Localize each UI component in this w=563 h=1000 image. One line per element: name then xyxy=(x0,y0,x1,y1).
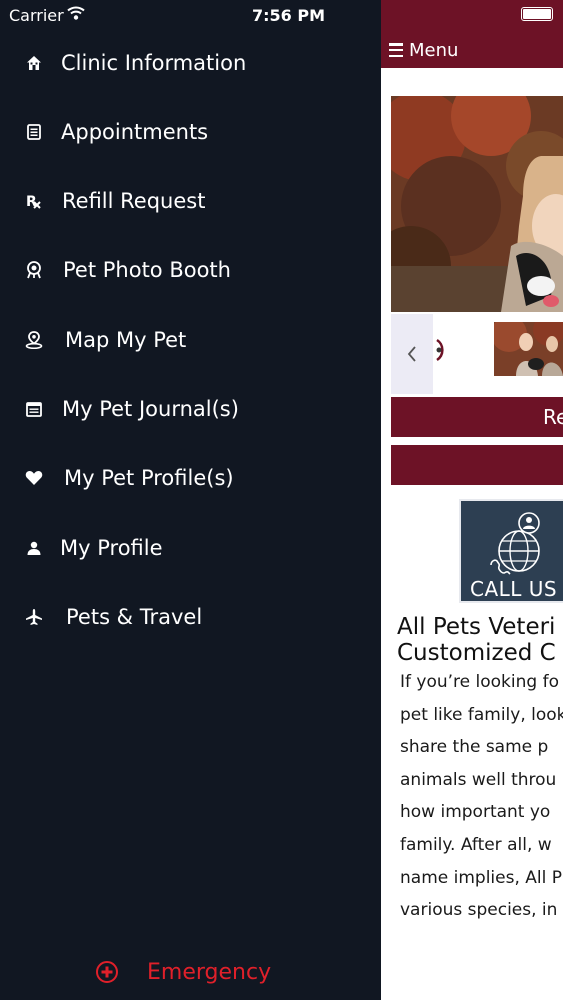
clock: 7:56 PM xyxy=(252,6,326,25)
carrier-label: Carrier xyxy=(9,6,64,25)
navigation-drawer: Carrier 7:56 PM Clinic Information Appoi… xyxy=(0,0,381,1000)
calendar-list-icon xyxy=(24,122,44,142)
hamburger-icon xyxy=(389,43,403,57)
menu-item-map-my-pet[interactable]: Map My Pet xyxy=(0,310,381,370)
paragraph-line: name implies, All P xyxy=(400,867,562,888)
menu-item-pet-photo-booth[interactable]: Pet Photo Booth xyxy=(0,240,381,300)
app-header: Menu xyxy=(381,0,563,68)
logo-thumbnail[interactable] xyxy=(435,336,455,364)
heart-icon xyxy=(24,468,44,488)
menu-item-appointments[interactable]: Appointments xyxy=(0,102,381,162)
menu-item-label: Pets & Travel xyxy=(66,605,203,629)
article-paragraph: If you’re looking fo pet like family, lo… xyxy=(400,666,563,927)
paragraph-line: family. After all, w xyxy=(400,834,552,855)
menu-item-label: Refill Request xyxy=(62,189,206,213)
menu-toggle-button[interactable]: Menu xyxy=(389,38,458,62)
request-button-label: Re xyxy=(543,405,563,429)
menu-item-label: Pet Photo Booth xyxy=(63,258,231,282)
photo-thumbnail[interactable] xyxy=(494,322,563,376)
menu-item-clinic-information[interactable]: Clinic Information xyxy=(0,33,381,93)
call-us-button[interactable]: CALL US xyxy=(459,499,563,603)
chevron-left-icon xyxy=(407,346,416,362)
globe-phone-icon xyxy=(487,511,547,579)
menu-item-pets-and-travel[interactable]: Pets & Travel xyxy=(0,587,381,647)
menu-item-label: Appointments xyxy=(61,120,209,144)
carousel-prev-button[interactable] xyxy=(391,314,433,394)
map-pin-icon xyxy=(24,330,44,350)
status-bar: Carrier 7:56 PM xyxy=(0,0,381,30)
paragraph-line: share the same p xyxy=(400,737,549,758)
camera-icon xyxy=(24,260,44,280)
menu-item-my-profile[interactable]: My Profile xyxy=(0,518,381,578)
menu-item-refill-request[interactable]: R Refill Request xyxy=(0,171,381,231)
paragraph-line: pet like family, look xyxy=(400,704,563,725)
menu-label: Menu xyxy=(409,39,459,61)
journal-icon xyxy=(24,399,44,419)
rx-icon: R xyxy=(24,191,44,211)
request-appointment-button[interactable]: Re xyxy=(391,397,563,437)
hero-photo xyxy=(391,96,563,312)
airplane-icon xyxy=(24,607,44,627)
menu-item-label: Clinic Information xyxy=(61,51,247,75)
wifi-icon xyxy=(67,5,85,25)
paragraph-line: If you’re looking fo xyxy=(400,672,559,692)
main-content: Menu Re CALL US All Pets Veteri Customiz… xyxy=(381,0,563,1000)
menu-item-label: My Pet Profile(s) xyxy=(64,466,234,490)
heading-line: Customized C xyxy=(397,640,556,666)
emergency-button[interactable]: Emergency xyxy=(95,955,271,989)
emergency-label: Emergency xyxy=(147,959,272,985)
home-icon xyxy=(24,53,44,73)
heading-line: All Pets Veteri xyxy=(397,614,556,640)
article-heading: All Pets Veteri Customized C xyxy=(397,614,563,666)
menu-item-my-pet-profiles[interactable]: My Pet Profile(s) xyxy=(0,448,381,508)
paragraph-line: various species, in xyxy=(400,900,558,921)
secondary-action-button[interactable] xyxy=(391,445,563,485)
menu-item-label: My Pet Journal(s) xyxy=(62,397,239,421)
plus-circle-icon xyxy=(95,960,119,984)
person-icon xyxy=(24,538,44,558)
call-us-label: CALL US xyxy=(470,577,558,601)
menu-item-label: Map My Pet xyxy=(65,328,187,352)
paragraph-line: animals well throu xyxy=(400,769,557,790)
menu-item-label: My Profile xyxy=(60,536,163,560)
menu-item-my-pet-journals[interactable]: My Pet Journal(s) xyxy=(0,379,381,439)
battery-icon xyxy=(521,7,553,21)
paragraph-line: how important yo xyxy=(400,802,551,823)
photo-carousel xyxy=(391,314,563,394)
